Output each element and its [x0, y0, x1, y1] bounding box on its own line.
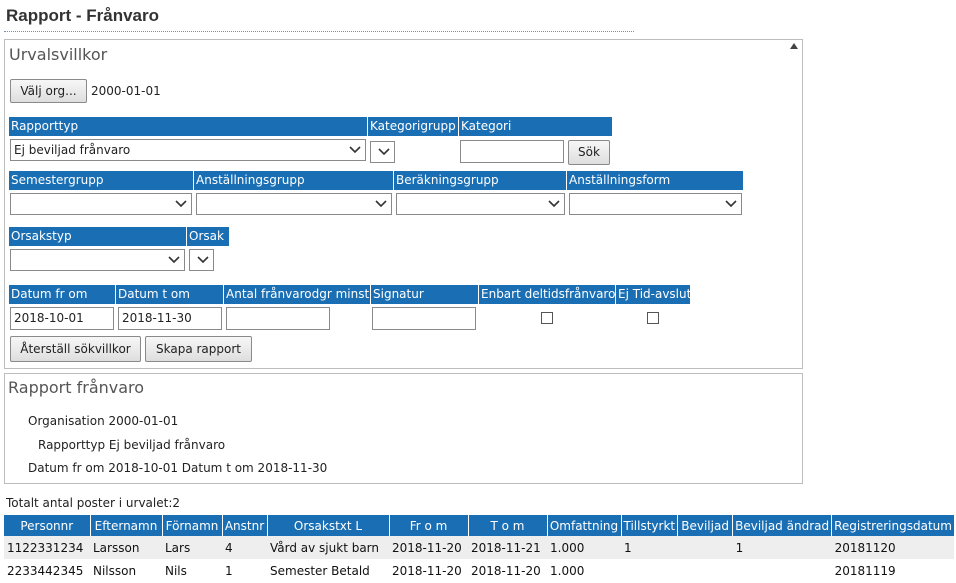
table-cell: Nilsson — [90, 559, 162, 582]
column-header[interactable]: Personnr — [4, 515, 91, 536]
search-button[interactable]: Sök — [568, 140, 610, 165]
datum-tom-label: Datum t om — [116, 285, 223, 304]
column-header[interactable]: T o m — [468, 515, 548, 536]
total-count: Totalt antal poster i urvalet:2 — [6, 496, 180, 510]
chevron-down-icon — [173, 194, 189, 214]
table-cell: 1 — [732, 536, 832, 559]
kategori-input[interactable] — [460, 140, 564, 163]
table-row[interactable]: 1122331234 Larsson Lars 4 Vård av sjukt … — [4, 536, 955, 559]
column-header[interactable]: Efternamn — [90, 515, 163, 536]
anstallningsgrupp-select[interactable] — [196, 193, 392, 215]
table-cell: Semester Betald — [267, 559, 389, 582]
rapporttyp-label: Rapporttyp — [9, 117, 367, 136]
berakningsgrupp-select[interactable] — [396, 193, 565, 215]
datum-from-input[interactable]: 2018-10-01 — [10, 307, 114, 330]
table-cell — [677, 559, 733, 582]
anstallningsgrupp-label: Anställningsgrupp — [194, 171, 393, 190]
datum-tom-input[interactable]: 2018-11-30 — [118, 307, 222, 330]
kategorigrupp-label: Kategorigrupp — [368, 117, 458, 136]
table-cell: 1 — [621, 536, 678, 559]
table-cell: 2018-11-20 — [389, 536, 468, 559]
column-header[interactable]: Omfattning — [547, 515, 622, 536]
report-org-line: Organisation 2000-01-01 — [28, 414, 179, 428]
table-cell: 20181120 — [831, 536, 955, 559]
table-cell: 2018-11-20 — [468, 559, 547, 582]
table-cell — [732, 559, 832, 582]
reset-criteria-button[interactable]: Återställ sökvillkor — [10, 336, 141, 362]
semestergrupp-label: Semestergrupp — [9, 171, 193, 190]
table-cell: 1 — [222, 559, 267, 582]
table-cell — [621, 559, 678, 582]
table-cell: 20181119 — [831, 559, 955, 582]
column-header[interactable]: Beviljad — [677, 515, 734, 536]
table-cell: 2018-11-20 — [389, 559, 468, 582]
enbart-deltid-checkbox[interactable] — [541, 312, 553, 324]
anstallningsform-label: Anställningsform — [567, 171, 743, 190]
report-panel-title: Rapport frånvaro — [8, 378, 145, 397]
criteria-panel-title: Urvalsvillkor — [9, 45, 108, 64]
title-divider — [4, 31, 634, 32]
table-cell: 1122331234 — [4, 536, 90, 559]
report-type-line: Rapporttyp Ej beviljad frånvaro — [38, 438, 226, 452]
enbart-deltid-label: Enbart deltidsfrånvaro — [479, 285, 615, 304]
table-cell: Larsson — [90, 536, 162, 559]
berakningsgrupp-label: Beräkningsgrupp — [394, 171, 566, 190]
report-dates-line: Datum fr om 2018-10-01 Datum t om 2018-1… — [28, 461, 328, 475]
orsak-select[interactable] — [189, 249, 214, 271]
antal-min-label: Antal frånvarodgr minst — [224, 285, 370, 304]
table-cell: 1.000 — [547, 559, 621, 582]
chevron-down-icon — [373, 194, 389, 214]
page-title: Rapport - Frånvaro — [6, 6, 160, 25]
column-header[interactable]: Fr o m — [389, 515, 469, 536]
chevron-down-icon — [723, 194, 739, 214]
table-cell: 2233442345 — [4, 559, 90, 582]
table-cell: Vård av sjukt barn — [267, 536, 389, 559]
datum-from-label: Datum fr om — [9, 285, 115, 304]
column-header[interactable]: Förnamn — [162, 515, 223, 536]
rapporttyp-select[interactable]: Ej beviljad frånvaro — [10, 139, 366, 161]
signatur-label: Signatur — [371, 285, 478, 304]
antal-min-input[interactable] — [226, 307, 330, 330]
semestergrupp-select[interactable] — [10, 193, 192, 215]
table-cell: Lars — [162, 536, 222, 559]
chevron-down-icon — [376, 142, 392, 162]
column-header[interactable]: Anstnr — [222, 515, 268, 536]
table-row[interactable]: 2233442345 Nilsson Nils 1 Semester Betal… — [4, 559, 955, 582]
table-cell: 1.000 — [547, 536, 621, 559]
orsakstyp-label: Orsakstyp — [9, 227, 186, 246]
kategorigrupp-select[interactable] — [370, 141, 395, 163]
table-cell: 4 — [222, 536, 267, 559]
select-org-button[interactable]: Välj org... — [10, 79, 87, 103]
collapse-icon[interactable] — [789, 42, 799, 50]
chevron-down-icon — [166, 250, 182, 270]
orsak-label: Orsak — [187, 227, 229, 246]
table-cell: 2018-11-21 — [468, 536, 547, 559]
table-cell — [677, 536, 733, 559]
anstallningsform-select[interactable] — [569, 193, 742, 215]
org-value: 2000-01-01 — [91, 84, 161, 98]
table-header-row: Personnr Efternamn Förnamn Anstnr Orsaks… — [4, 515, 955, 536]
column-header[interactable]: Registreringsdatum — [831, 515, 955, 536]
table-cell: Nils — [162, 559, 222, 582]
chevron-down-icon — [546, 194, 562, 214]
chevron-down-icon — [195, 250, 211, 270]
ej-tid-avslut-checkbox[interactable] — [647, 312, 659, 324]
column-header[interactable]: Beviljad ändrad — [732, 515, 833, 536]
chevron-down-icon — [347, 140, 363, 160]
results-table: Personnr Efternamn Förnamn Anstnr Orsaks… — [4, 515, 955, 582]
orsakstyp-select[interactable] — [10, 249, 185, 271]
column-header[interactable]: Orsakstxt L — [267, 515, 390, 536]
ej-tid-avslut-label: Ej Tid-avslut — [616, 285, 690, 304]
create-report-button[interactable]: Skapa rapport — [145, 336, 252, 362]
kategori-label: Kategori — [459, 117, 612, 136]
column-header[interactable]: Tillstyrkt — [621, 515, 679, 536]
rapporttyp-value: Ej beviljad frånvaro — [14, 143, 131, 157]
signatur-input[interactable] — [372, 307, 476, 330]
